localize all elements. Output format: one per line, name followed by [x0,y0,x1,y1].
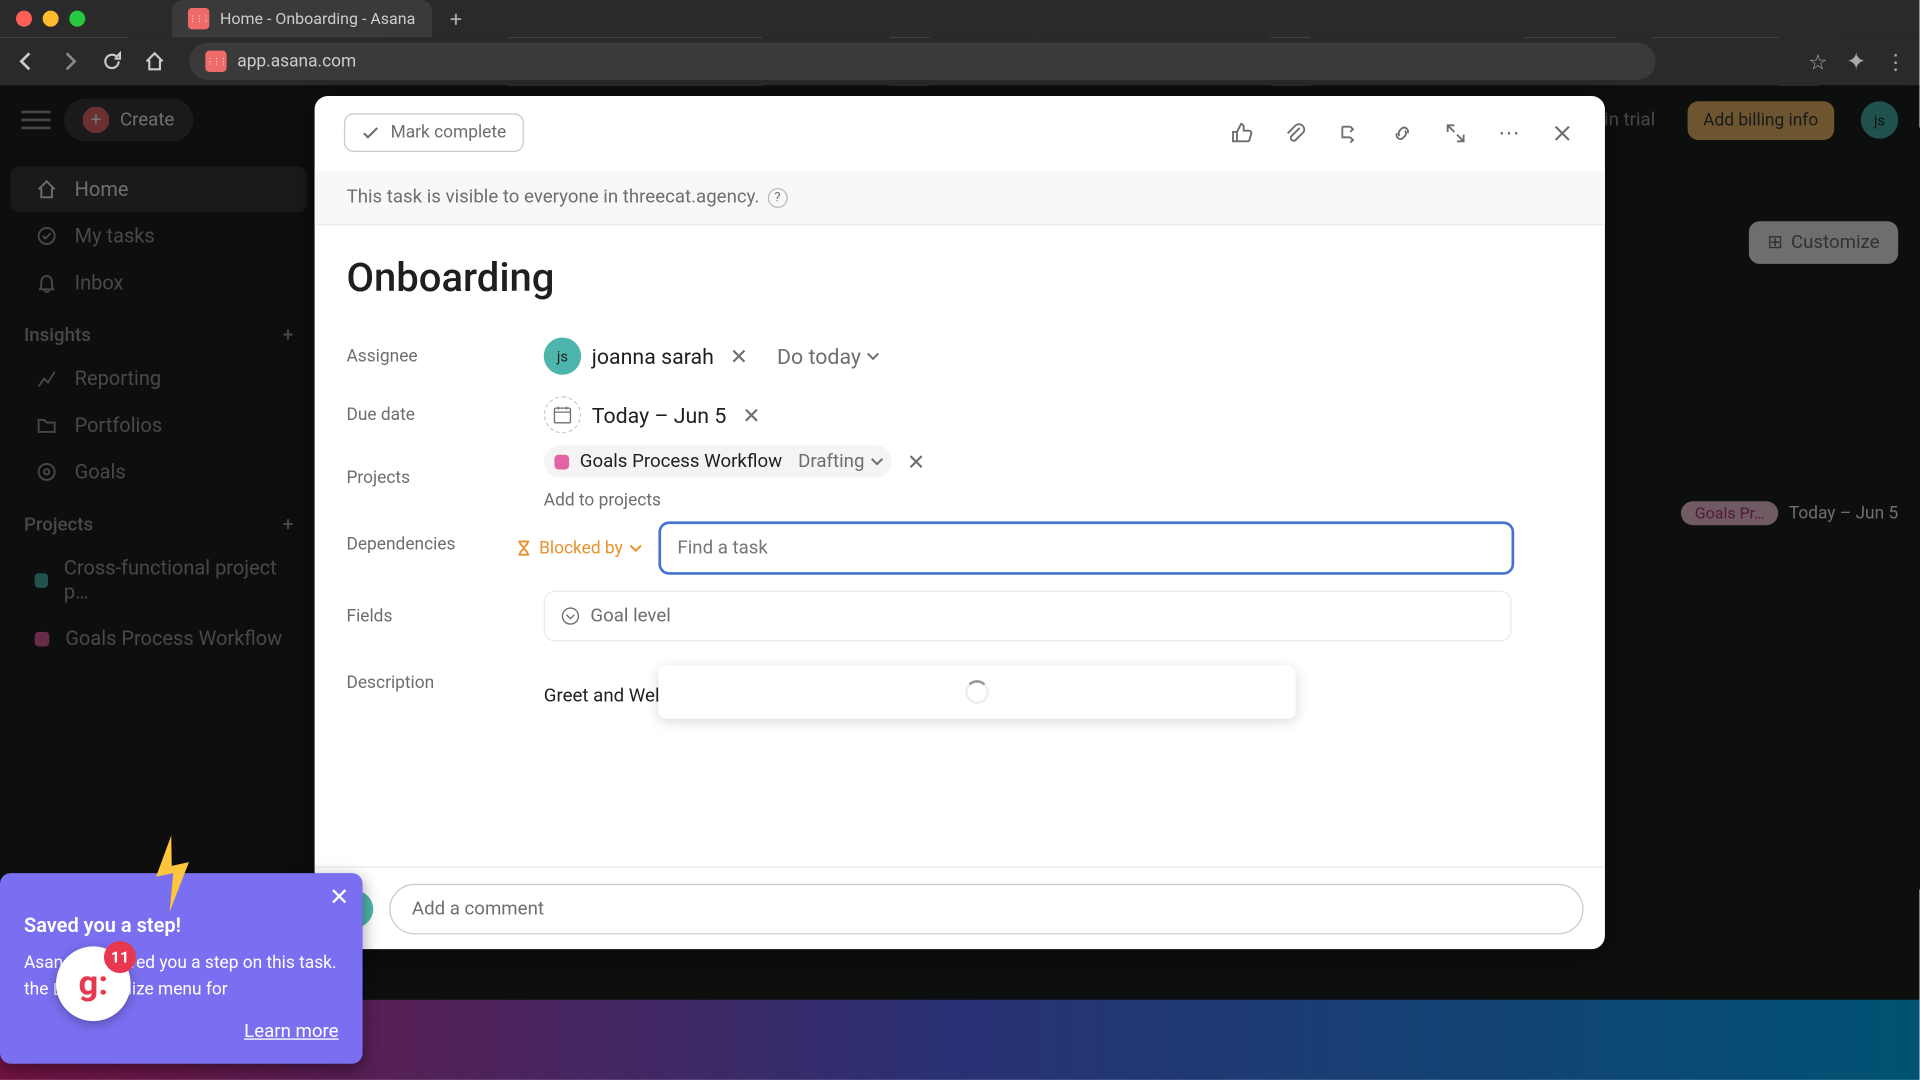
site-favicon-icon [205,51,226,72]
remove-project-button[interactable]: ✕ [902,449,931,474]
extensions-icon[interactable]: ✦ [1846,47,1866,75]
toast-close-button[interactable]: ✕ [329,884,349,912]
automation-toast: ✕ Saved you a step! Asana just saved you… [0,873,363,1064]
learn-more-link[interactable]: Learn more [24,1021,339,1042]
project-chip[interactable]: Goals Process Workflow Drafting [544,445,891,477]
toast-title: Saved you a step! [24,913,339,937]
window-minimize-icon[interactable] [43,11,59,27]
custom-field-goal-level[interactable]: Goal level [544,591,1512,642]
comment-input[interactable]: Add a comment [389,883,1583,934]
badge-count: 11 [104,941,136,973]
window-close-icon[interactable] [16,11,32,27]
dependency-type-dropdown[interactable]: Blocked by [517,538,643,558]
window-titlebar: Home - Onboarding - Asana + [0,0,1920,37]
like-icon[interactable] [1229,119,1256,146]
hourglass-icon [517,540,533,556]
chevron-down-icon [870,455,883,468]
task-detail-pane: Mark complete ⋯ This task is visible to … [315,96,1605,949]
extension-badge[interactable]: 11 [56,946,131,1021]
address-bar[interactable]: app.asana.com [189,43,1655,80]
url-text: app.asana.com [237,51,356,71]
subtask-icon[interactable] [1336,119,1363,146]
more-icon[interactable]: ⋯ [1496,119,1523,146]
fullscreen-icon[interactable] [1442,119,1469,146]
tab-title: Home - Onboarding - Asana [220,9,415,28]
chevron-down-icon [630,541,643,554]
reload-button[interactable] [99,48,126,75]
priority-dropdown[interactable]: Do today [777,343,880,368]
field-label-due: Due date [347,405,544,425]
browser-toolbar: app.asana.com ☆ ✦ ⋮ [0,37,1920,85]
loading-spinner-icon [965,680,989,704]
back-button[interactable] [13,48,40,75]
section-dropdown[interactable]: Drafting [798,451,883,472]
task-title[interactable]: Onboarding [347,239,1573,326]
check-icon [361,123,380,142]
calendar-icon[interactable] [544,396,581,433]
visibility-banner: This task is visible to everyone in thre… [315,171,1605,226]
close-icon[interactable] [1549,119,1576,146]
help-icon[interactable]: ? [767,187,787,207]
chevron-down-icon [866,349,879,362]
asana-favicon-icon [188,8,209,29]
browser-tab[interactable]: Home - Onboarding - Asana [172,0,431,37]
project-color-icon [555,454,570,469]
clear-assignee-button[interactable]: ✕ [725,343,754,368]
home-button[interactable] [141,48,168,75]
new-tab-button[interactable]: + [450,6,462,31]
clear-due-button[interactable]: ✕ [737,402,766,427]
assignee-name[interactable]: joanna sarah [592,343,714,368]
window-zoom-icon[interactable] [69,11,85,27]
field-label-assignee: Assignee [347,346,544,366]
menu-icon[interactable]: ⋮ [1885,49,1906,74]
forward-button[interactable] [56,48,83,75]
attachment-icon[interactable] [1282,119,1309,146]
task-search-dropdown [659,665,1296,718]
dropdown-field-icon [561,607,580,626]
field-label-description: Description [347,668,544,693]
mark-complete-button[interactable]: Mark complete [344,113,524,152]
add-to-projects-button[interactable]: Add to projects [544,491,661,511]
link-icon[interactable] [1389,119,1416,146]
star-icon[interactable]: ☆ [1808,49,1827,74]
due-date-value[interactable]: Today – Jun 5 [592,402,727,427]
field-label-fields: Fields [347,606,544,626]
assignee-avatar[interactable]: js [544,337,581,374]
field-label-projects: Projects [347,468,544,488]
field-label-dependencies: Dependencies [347,521,517,554]
find-task-input[interactable] [659,521,1515,574]
